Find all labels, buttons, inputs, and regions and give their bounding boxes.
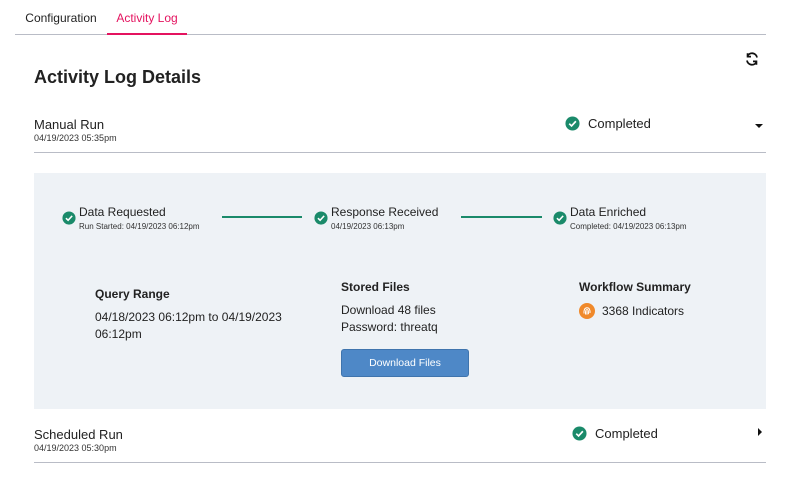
- check-circle-icon: [553, 211, 567, 225]
- step-label: Data Requested: [79, 205, 166, 219]
- stored-files-title: Stored Files: [341, 280, 410, 294]
- step-label: Data Enriched: [570, 205, 647, 219]
- run-details-panel: Data Requested Run Started: 04/19/2023 0…: [34, 173, 766, 409]
- step-timestamp: 04/19/2023 06:13pm: [331, 222, 405, 231]
- fingerprint-icon: [579, 303, 595, 319]
- run-name: Scheduled Run: [34, 427, 123, 442]
- check-circle-icon: [572, 426, 587, 441]
- chevron-down-icon[interactable]: [754, 121, 764, 131]
- check-circle-icon: [62, 211, 76, 225]
- run-name: Manual Run: [34, 117, 105, 132]
- stored-files-count: Download 48 files: [341, 303, 436, 317]
- workflow-summary-title: Workflow Summary: [579, 280, 691, 294]
- activity-log-page: Configuration Activity Log Activity Log …: [0, 0, 800, 483]
- tab-bar: Configuration Activity Log: [15, 0, 766, 35]
- page-title: Activity Log Details: [34, 67, 202, 87]
- status-text: Completed: [595, 426, 658, 441]
- run-date: 04/19/2023 05:35pm: [34, 133, 117, 143]
- step-connector: [222, 216, 302, 218]
- refresh-icon[interactable]: [744, 51, 760, 67]
- chevron-right-icon[interactable]: [755, 427, 765, 437]
- download-files-button[interactable]: Download Files: [341, 349, 469, 377]
- tab-activity-log[interactable]: Activity Log: [107, 0, 187, 35]
- step-timestamp: Run Started: 04/19/2023 06:12pm: [79, 222, 200, 231]
- check-circle-icon: [565, 116, 580, 131]
- status-text: Completed: [588, 116, 651, 131]
- workflow-summary-indicators: 3368 Indicators: [579, 303, 684, 319]
- stored-files-password: Password: threatq: [341, 320, 438, 334]
- run-row-scheduled[interactable]: Scheduled Run 04/19/2023 05:30pm Complet…: [34, 423, 766, 463]
- query-range-title: Query Range: [95, 287, 170, 301]
- indicators-count: 3368 Indicators: [602, 304, 685, 318]
- step-connector: [461, 216, 542, 218]
- tab-configuration[interactable]: Configuration: [15, 0, 107, 34]
- step-label: Response Received: [331, 205, 439, 219]
- run-date: 04/19/2023 05:30pm: [34, 443, 117, 453]
- status-badge: Completed: [565, 116, 651, 131]
- status-badge: Completed: [572, 426, 658, 441]
- step-timestamp: Completed: 04/19/2023 06:13pm: [570, 222, 687, 231]
- run-row-manual[interactable]: Manual Run 04/19/2023 05:35pm Completed: [34, 113, 766, 153]
- check-circle-icon: [314, 211, 328, 225]
- query-range-value: 04/18/2023 06:12pm to 04/19/2023 06:12pm: [95, 310, 282, 341]
